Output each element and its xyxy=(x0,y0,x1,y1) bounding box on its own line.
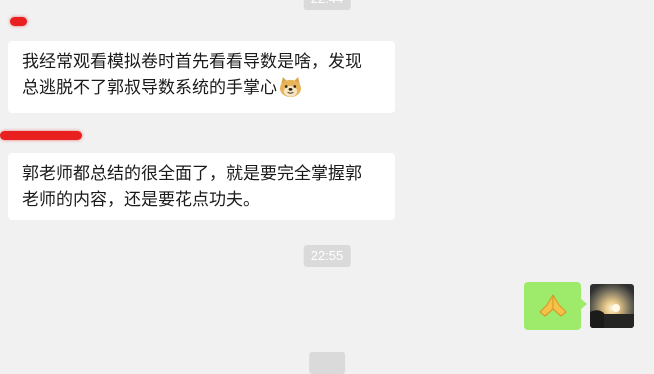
message-bubble-1[interactable]: 我经常观看模拟卷时首先看看导数是啥，发现 总逃脱不了郭叔导数系统的手掌心 xyxy=(8,41,395,113)
message-1-line-1: 我经常观看模拟卷时首先看看导数是啥，发现 xyxy=(22,52,362,71)
sender-name-redaction xyxy=(0,131,82,140)
sunset-avatar-image xyxy=(590,284,634,328)
message-2-line-2: 老师的内容，还是要花点功夫。 xyxy=(22,190,260,209)
praying-hands-icon xyxy=(538,294,567,317)
message-bubble-2[interactable]: 郭老师都总结的很全面了，就是要完全掌握郭 老师的内容，还是要花点功夫。 xyxy=(8,153,395,220)
timestamp-middle: 22:55 xyxy=(303,245,351,267)
message-bubble-self[interactable] xyxy=(524,282,587,330)
timestamp-top: 22:44 xyxy=(303,0,351,10)
sender-name-redaction xyxy=(10,17,27,26)
message-2-line-1: 郭老师都总结的很全面了，就是要完全掌握郭 xyxy=(22,164,362,183)
message-1-line-2: 总逃脱不了郭叔导数系统的手掌心 xyxy=(22,78,277,97)
doge-icon xyxy=(279,76,302,98)
timestamp-bottom xyxy=(309,352,345,374)
avatar[interactable] xyxy=(590,284,634,328)
